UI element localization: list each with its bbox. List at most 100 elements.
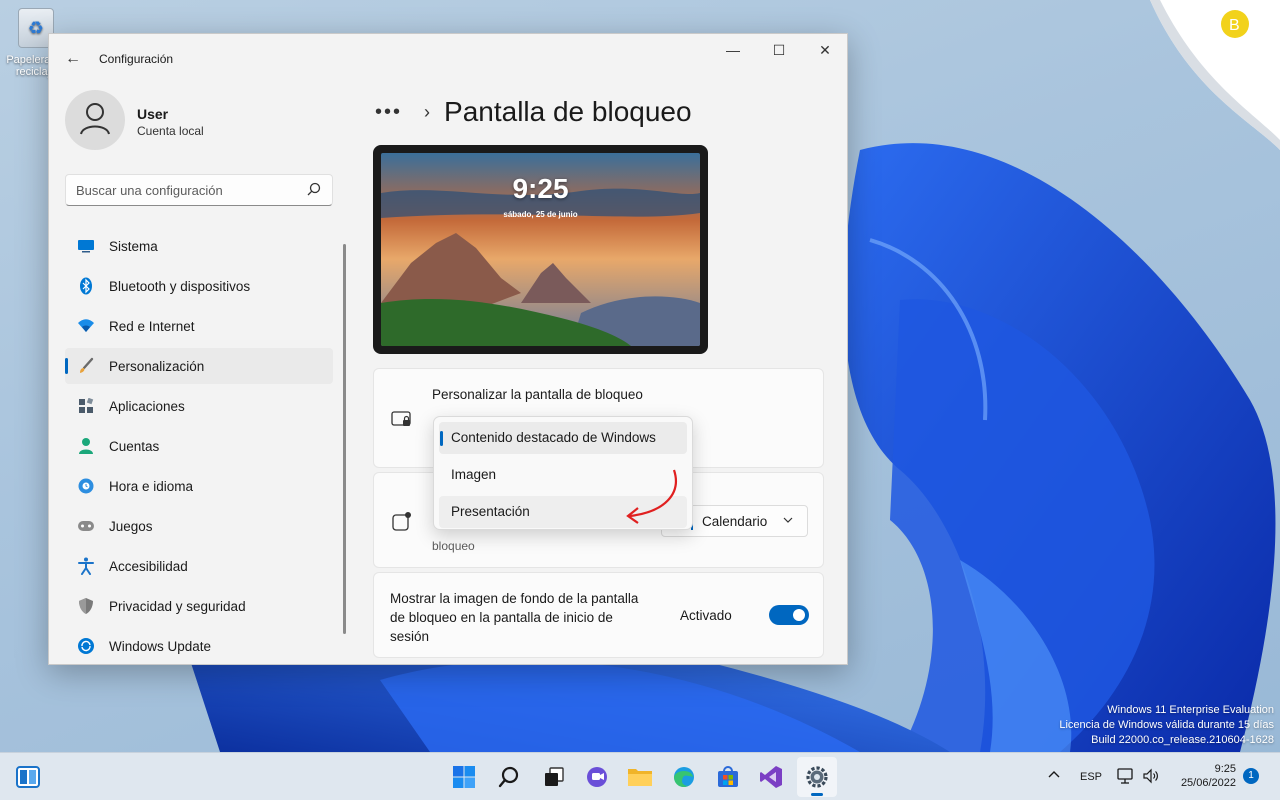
nav-item-bluetooth[interactable]: Bluetooth y dispositivos — [65, 268, 333, 304]
eval-line: Build 22000.co_release.210604-1628 — [1091, 734, 1274, 746]
taskbar-search-button[interactable] — [489, 757, 529, 797]
lock-screen-icon — [391, 411, 411, 426]
chevron-up-icon[interactable] — [1046, 767, 1062, 783]
minimize-button[interactable]: — — [710, 34, 756, 66]
task-view-icon — [545, 767, 564, 786]
nav-item-aplicaciones[interactable]: Aplicaciones — [65, 388, 333, 424]
apps-icon — [77, 397, 95, 415]
person-icon — [77, 437, 95, 455]
gamepad-icon — [77, 517, 95, 535]
network-icon[interactable] — [1116, 767, 1136, 785]
settings-icon — [806, 766, 828, 788]
nav-label: Cuentas — [109, 438, 160, 454]
select-value: Calendario — [702, 514, 768, 529]
language-indicator[interactable]: ESP — [1080, 771, 1102, 783]
toggle-state-label: Activado — [680, 608, 732, 623]
clock-date: 25/06/2022 — [1180, 777, 1236, 789]
volume-icon[interactable] — [1142, 767, 1160, 785]
nav-label: Sistema — [109, 238, 158, 254]
close-button[interactable]: ✕ — [802, 34, 847, 66]
nav-item-windows-update[interactable]: Windows Update — [65, 628, 333, 664]
breadcrumb-overflow-button[interactable]: ••• — [375, 101, 402, 124]
search-box[interactable] — [65, 174, 333, 206]
nav-item-cuentas[interactable]: Cuentas — [65, 428, 333, 464]
file-explorer-icon — [628, 769, 652, 786]
dropdown-option-spotlight[interactable]: Contenido destacado de Windows — [439, 422, 687, 454]
account-type: Cuenta local — [137, 124, 204, 138]
nav-label: Privacidad y seguridad — [109, 598, 246, 614]
settings-window: ← Configuración — ☐ ✕ User Cuenta local … — [48, 33, 848, 665]
nav-scrollbar[interactable] — [343, 244, 346, 634]
nav-item-sistema[interactable]: Sistema — [65, 228, 333, 264]
chat-button[interactable] — [577, 757, 617, 797]
nav-item-personalizacion[interactable]: Personalización — [65, 348, 333, 384]
eval-line: Licencia de Windows válida durante 15 dí… — [1059, 719, 1274, 731]
file-explorer-button[interactable] — [620, 757, 660, 797]
signin-background-card: Mostrar la imagen de fondo de la pantall… — [373, 572, 824, 658]
accessibility-icon — [77, 557, 95, 575]
title-bar: ← Configuración — ☐ ✕ — [49, 34, 847, 82]
update-icon — [77, 637, 95, 655]
taskbar: ESP 9:25 25/06/2022 1 — [0, 752, 1280, 800]
globe-clock-icon — [77, 477, 95, 495]
nav-label: Personalización — [109, 358, 205, 374]
start-button[interactable] — [444, 757, 484, 797]
app-status-icon — [392, 512, 411, 531]
lock-screen-image: 9:25 sábado, 25 de junio — [381, 153, 700, 346]
nav-label: Windows Update — [109, 638, 212, 654]
notification-badge[interactable]: 1 — [1243, 768, 1259, 784]
visual-studio-icon — [760, 766, 782, 788]
monitor-icon — [77, 237, 95, 255]
nav-item-hora[interactable]: Hora e idioma — [65, 468, 333, 504]
nav-item-juegos[interactable]: Juegos — [65, 508, 333, 544]
page-title: Pantalla de bloqueo — [444, 96, 692, 127]
clock[interactable]: 9:25 25/06/2022 — [1160, 762, 1236, 790]
nav-label: Bluetooth y dispositivos — [109, 278, 251, 294]
preview-date: sábado, 25 de junio — [503, 210, 578, 219]
nav-item-privacidad[interactable]: Privacidad y seguridad — [65, 588, 333, 624]
settings-taskbar-button[interactable] — [797, 757, 837, 797]
bluetooth-icon — [77, 277, 95, 295]
svg-text:B: B — [1229, 17, 1240, 34]
person-icon — [80, 103, 110, 135]
lock-screen-preview: 9:25 sábado, 25 de junio — [373, 145, 708, 354]
start-icon — [453, 766, 475, 788]
eval-line: Windows 11 Enterprise Evaluation — [1107, 704, 1274, 716]
breadcrumb: ••• › Pantalla de bloqueo — [375, 92, 692, 132]
visual-studio-button[interactable] — [751, 757, 791, 797]
avatar — [65, 90, 125, 150]
red-arrow-annotation — [626, 469, 677, 524]
window-title: Configuración — [99, 52, 174, 66]
somebooks-logo-watermark: B — [1150, 0, 1280, 150]
signin-background-label: Mostrar la imagen de fondo de la pantall… — [390, 591, 639, 644]
windows-evaluation-watermark: Windows 11 Enterprise Evaluation Licenci… — [1059, 703, 1274, 748]
personalize-label: Personalizar la pantalla de bloqueo — [432, 387, 643, 402]
nav-label: Accesibilidad — [109, 558, 188, 574]
store-button[interactable] — [708, 757, 748, 797]
search-input[interactable] — [66, 175, 296, 205]
edge-button[interactable] — [664, 757, 704, 797]
nav-item-red[interactable]: Red e Internet — [65, 308, 333, 344]
breadcrumb-chevron-icon: › — [424, 101, 431, 122]
search-icon[interactable] — [306, 181, 322, 199]
nav-label: Red e Internet — [109, 318, 195, 334]
shield-icon — [77, 597, 95, 615]
back-button[interactable]: ← — [61, 48, 85, 70]
nav-label: Hora e idioma — [109, 478, 194, 494]
signin-background-toggle[interactable] — [769, 605, 809, 625]
edge-icon — [674, 767, 694, 788]
task-view-button[interactable] — [534, 757, 574, 797]
brush-icon — [77, 357, 95, 375]
toggle-knob — [793, 609, 805, 621]
status-description: bloqueo — [432, 539, 475, 553]
wifi-icon — [77, 317, 95, 335]
maximize-button[interactable]: ☐ — [756, 34, 802, 66]
nav-label: Juegos — [109, 518, 153, 534]
chevron-down-icon — [783, 517, 793, 523]
chat-icon — [587, 767, 607, 787]
settings-nav: Sistema Bluetooth y dispositivos Red e I… — [65, 228, 333, 664]
widgets-icon[interactable] — [16, 765, 40, 789]
nav-item-accesibilidad[interactable]: Accesibilidad — [65, 548, 333, 584]
nav-label: Aplicaciones — [109, 398, 185, 414]
preview-time: 9:25 — [512, 173, 569, 204]
